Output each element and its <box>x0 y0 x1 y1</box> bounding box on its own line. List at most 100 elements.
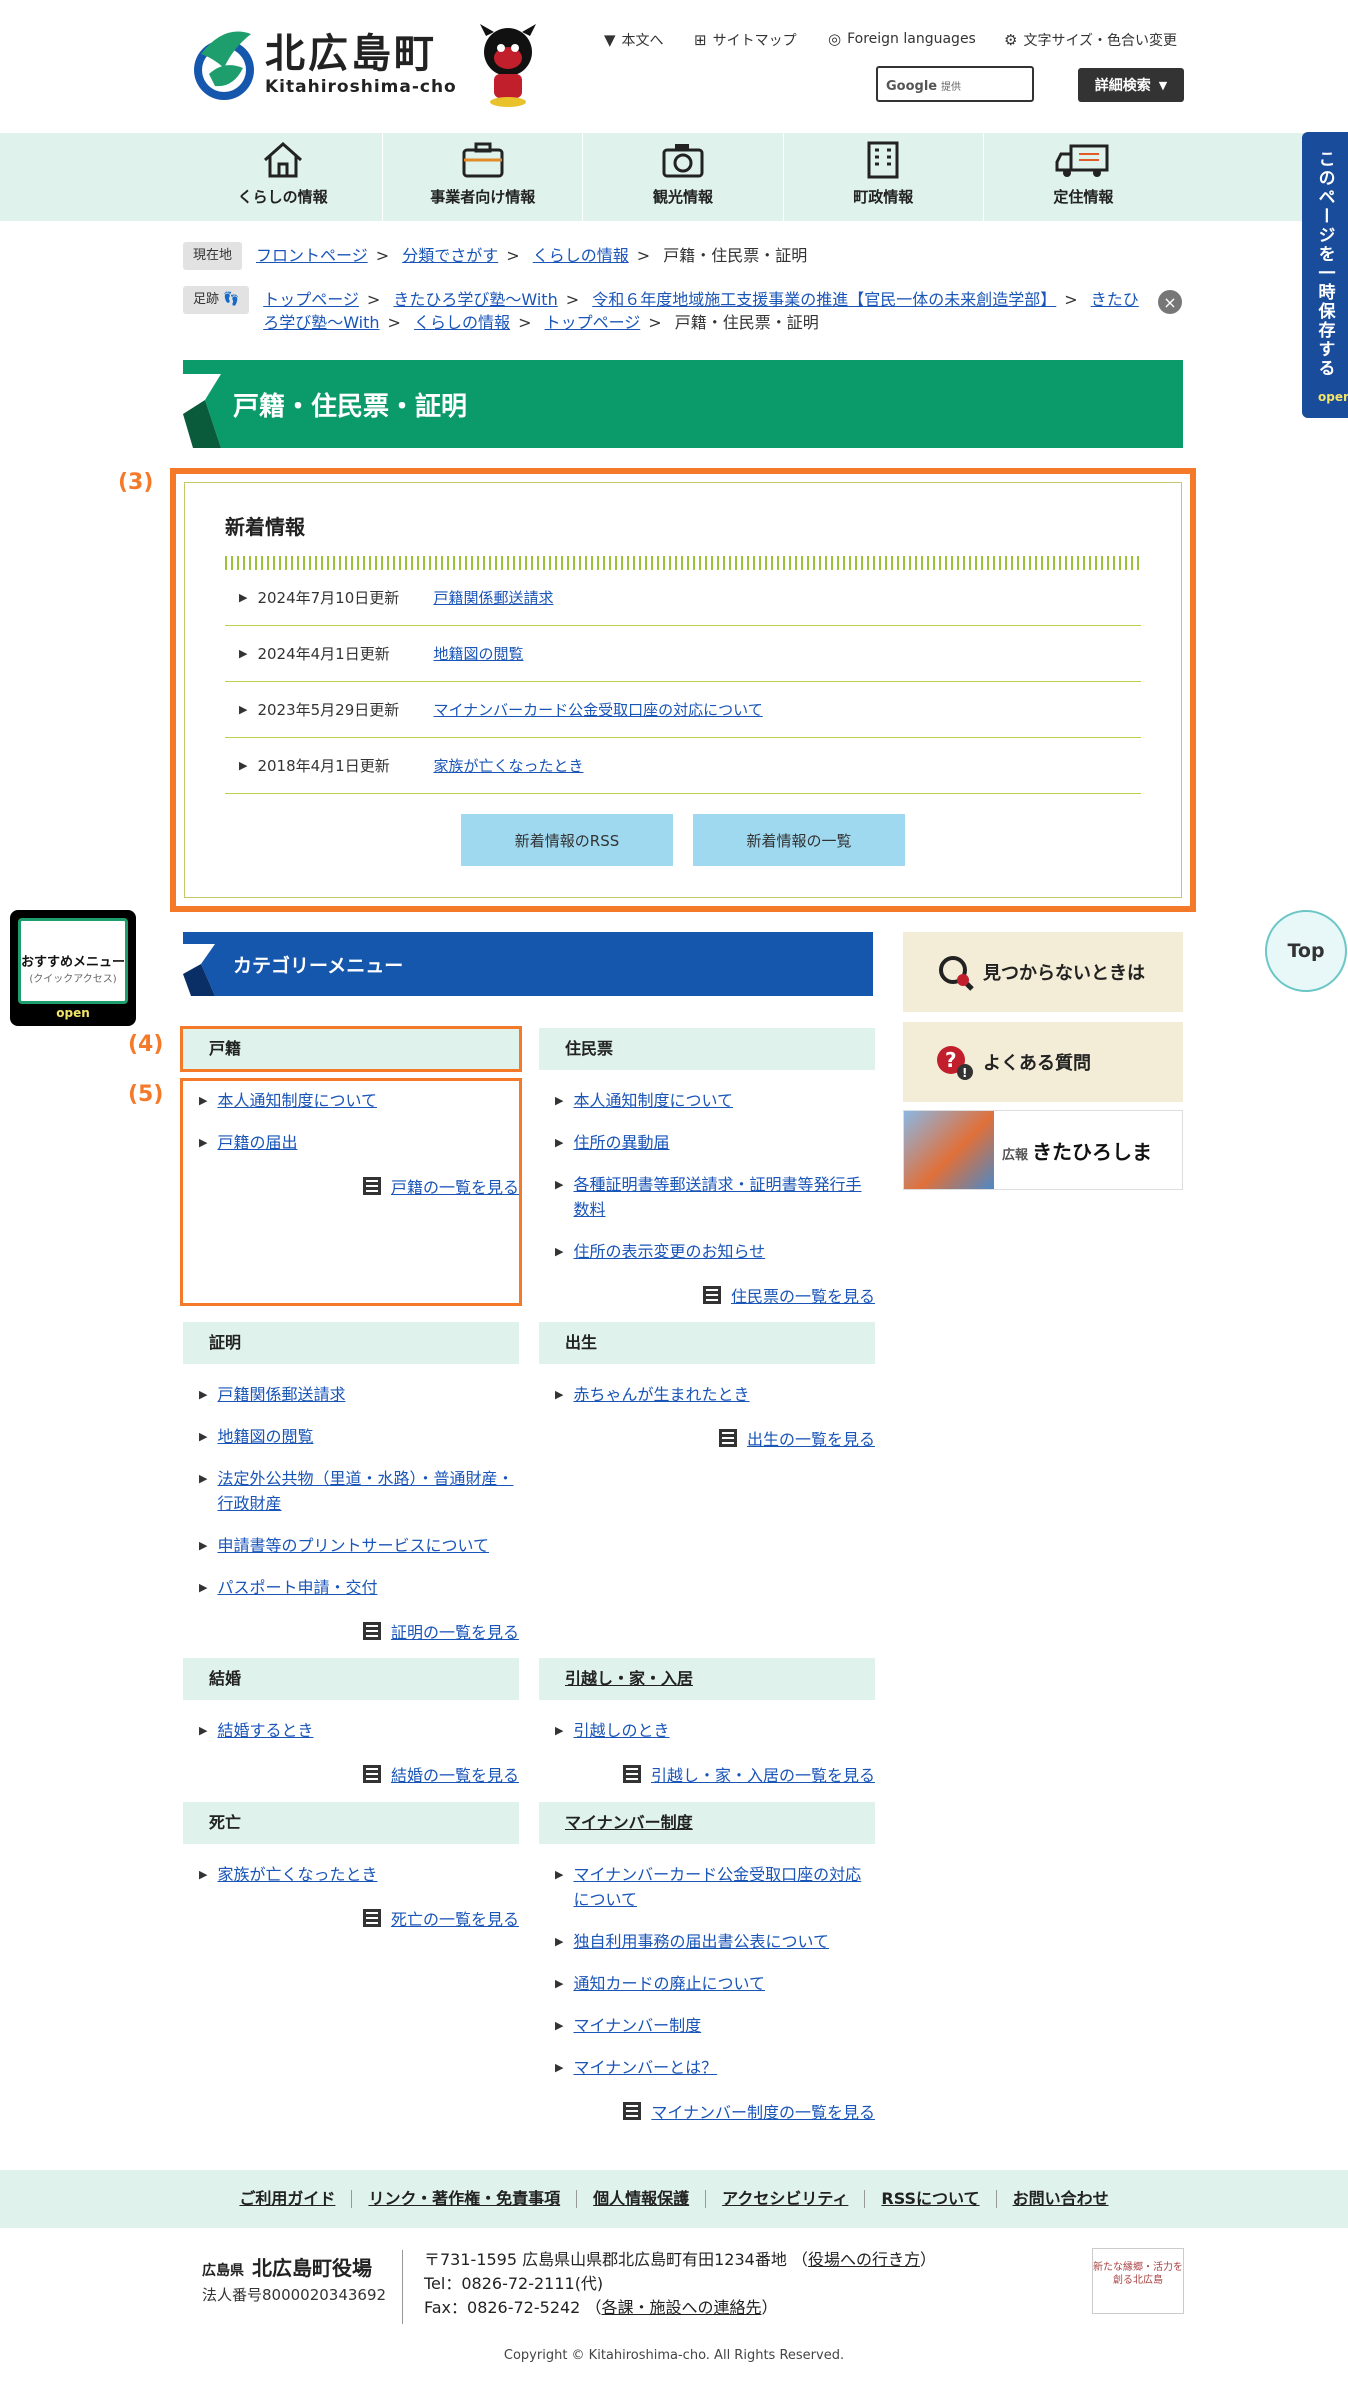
highlight-box-4 <box>180 1026 522 1072</box>
footprint-link[interactable]: トップページ <box>263 290 359 309</box>
footprint-link[interactable]: トップページ <box>545 313 641 332</box>
save-page-tab[interactable]: このページを一時保存する open <box>1302 132 1348 418</box>
footer-tel: Tel：0826-72-2111(代) <box>424 2274 604 2293</box>
gnav-town-admin-info[interactable]: 町政情報 <box>784 133 984 221</box>
category-more-label: 住民票の一覧を見る <box>730 1287 875 1306</box>
footer-link-copyright[interactable]: リンク・著作権・免責事項 <box>352 2190 578 2208</box>
caret-down-icon: ▼ <box>1158 78 1168 92</box>
footer-access-link[interactable]: 役場への行き方 <box>808 2250 920 2269</box>
category-title[interactable]: 引越し・家・入居 <box>539 1658 875 1700</box>
search-provided-label: 提供 <box>940 82 961 93</box>
footprint-link[interactable]: くらしの情報 <box>414 313 510 332</box>
category-link[interactable]: 地籍図の閲覧 <box>217 1424 313 1449</box>
footer-contact-link[interactable]: 各課・施設への連絡先 <box>601 2298 761 2317</box>
news-link[interactable]: 家族が亡くなったとき <box>433 755 583 776</box>
category-link[interactable]: 法定外公共物（里道・水路）・普通財産・行政財産 <box>217 1466 519 1516</box>
close-icon: × <box>1163 292 1177 312</box>
category-link[interactable]: 引越しのとき <box>573 1718 669 1743</box>
category-link[interactable]: マイナンバー制度 <box>573 2013 701 2038</box>
triangle-right-icon: ▶ <box>555 2019 564 2032</box>
category-link[interactable]: パスポート申請・交付 <box>217 1575 377 1600</box>
category-more-link[interactable]: マイナンバー制度の一覧を見る <box>539 2089 875 2135</box>
site-logo[interactable]: 北広島町 Kitahiroshima-cho <box>193 24 457 104</box>
search-input[interactable]: Google 提供 <box>876 66 1034 102</box>
recommended-menu-tab[interactable]: おすすめメニュー (クイックアクセス) open <box>10 910 136 1026</box>
category-item: ▶ 各種証明書等郵送請求・証明書等発行手数料 <box>539 1164 875 1231</box>
footer-link-contact[interactable]: お問い合わせ <box>997 2190 1125 2208</box>
category-item: ▶ 地籍図の閲覧 <box>183 1416 519 1458</box>
footprint-trail: 足跡 👣 トップページ > きたひろ学び塾～With > 令和６年度地域施工支援事業の… <box>183 286 1153 334</box>
category-link[interactable]: 戸籍関係郵送請求 <box>217 1382 345 1407</box>
footer-link-privacy[interactable]: 個人情報保護 <box>577 2190 707 2208</box>
breadcrumb-link[interactable]: 分類でさがす <box>402 246 498 265</box>
list-icon <box>718 1429 737 1447</box>
not-found-banner[interactable]: 見つからないときは <box>903 932 1183 1012</box>
footer-office-name: 広島県 北広島町役場 <box>202 2252 372 2281</box>
gnav-living-info[interactable]: くらしの情報 <box>183 133 384 221</box>
category-more-link[interactable]: 出生の一覧を見る <box>539 1416 875 1462</box>
category-link[interactable]: 本人通知制度について <box>573 1088 733 1113</box>
category-link[interactable]: マイナンバーカード公金受取口座の対応について <box>573 1862 875 1912</box>
title-flag-icon <box>183 374 221 448</box>
list-icon <box>623 2102 642 2120</box>
faq-banner[interactable]: ?! よくある質問 <box>903 1022 1183 1102</box>
category-link[interactable]: 通知カードの廃止について <box>573 1971 765 1996</box>
kouhou-kitahiroshima-banner[interactable]: 広報 きたひろしま <box>903 1110 1183 1190</box>
category-link[interactable]: 各種証明書等郵送請求・証明書等発行手数料 <box>573 1172 875 1222</box>
category-item: ▶ 本人通知制度について <box>539 1080 875 1122</box>
footer-link-guide[interactable]: ご利用ガイド <box>223 2190 353 2208</box>
category-item: ▶ 住所の異動届 <box>539 1122 875 1164</box>
breadcrumb-link[interactable]: くらしの情報 <box>533 246 629 265</box>
category-menu-header: カテゴリーメニュー <box>183 932 873 996</box>
category-item: ▶ 家族が亡くなったとき <box>183 1854 519 1896</box>
foreign-languages-link[interactable]: ◎ Foreign languages <box>828 30 976 48</box>
site-footer: 広島県 北広島町役場 法人番号8000020343692 〒731-1595 広島… <box>0 2228 1348 2392</box>
category-link[interactable]: マイナンバーとは？ <box>573 2055 717 2080</box>
news-rss-button[interactable]: 新着情報のRSS <box>461 814 673 866</box>
advanced-search-label: 詳細検索 <box>1094 78 1151 94</box>
category-link[interactable]: 独自利用事務の届出書公表について <box>573 1929 829 1954</box>
footer-copyright: Copyright © Kitahiroshima-cho. All Right… <box>503 2348 845 2363</box>
util-link-label: 文字サイズ・色合い変更 <box>1023 33 1178 49</box>
footer-link-rss[interactable]: RSSについて <box>865 2190 997 2208</box>
category-more-link[interactable]: 住民票の一覧を見る <box>539 1273 875 1319</box>
category-more-link[interactable]: 死亡の一覧を見る <box>183 1896 519 1942</box>
category-more-link[interactable]: 証明の一覧を見る <box>183 1609 519 1655</box>
footer-link-accessibility[interactable]: アクセシビリティ <box>706 2190 866 2208</box>
font-size-color-link[interactable]: ⚙ 文字サイズ・色合い変更 <box>1004 30 1177 50</box>
breadcrumb-link[interactable]: フロントページ <box>256 246 368 265</box>
category-title[interactable]: マイナンバー制度 <box>539 1802 875 1844</box>
gnav-tourism-info[interactable]: 観光情報 <box>583 133 784 221</box>
gnav-settlement-info[interactable]: 定住情報 <box>984 133 1183 221</box>
category-item: ▶ 住所の表示変更のお知らせ <box>539 1231 875 1273</box>
magnifier-question-icon <box>939 956 974 991</box>
category-more-link[interactable]: 引越し・家・入居の一覧を見る <box>539 1752 875 1798</box>
news-link[interactable]: マイナンバーカード公金受取口座の対応について <box>433 699 762 720</box>
category-more-label: 出生の一覧を見る <box>746 1430 875 1449</box>
news-link[interactable]: 戸籍関係郵送請求 <box>433 587 553 608</box>
gear-icon: ⚙ <box>1004 31 1018 49</box>
category-more-link[interactable]: 結婚の一覧を見る <box>183 1752 519 1798</box>
news-list-button[interactable]: 新着情報の一覧 <box>693 814 905 866</box>
category-link[interactable]: 住所の表示変更のお知らせ <box>573 1239 765 1264</box>
category-link[interactable]: 住所の異動届 <box>573 1130 669 1155</box>
town-emblem-icon <box>194 31 254 100</box>
gnav-label: 観光情報 <box>653 188 714 206</box>
news-link[interactable]: 地籍図の閲覧 <box>433 643 523 664</box>
category-item: ▶ マイナンバーカード公金受取口座の対応について <box>539 1854 875 1921</box>
recommended-menu-sub: (クイックアクセス) <box>29 974 117 985</box>
faq-label: よくある質問 <box>983 1053 1091 1074</box>
back-to-top-button[interactable]: Top <box>1265 910 1347 992</box>
advanced-search-button[interactable]: 詳細検索 ▼ <box>1078 68 1184 102</box>
category-link[interactable]: 結婚するとき <box>217 1718 313 1743</box>
skip-to-content-link[interactable]: ▼ 本文へ <box>604 30 664 50</box>
footprint-link[interactable]: きたひろ学び塾～With <box>393 290 557 309</box>
gnav-business-info[interactable]: 事業者向け情報 <box>383 133 584 221</box>
category-link[interactable]: 家族が亡くなったとき <box>217 1862 377 1887</box>
footprint-link[interactable]: 令和６年度地域施工支援事業の推進【官民一体の未来創造学部】 <box>592 290 1056 309</box>
category-link[interactable]: 赤ちゃんが生まれたとき <box>573 1382 749 1407</box>
sitemap-link[interactable]: ⊞ サイトマップ <box>694 30 797 50</box>
category-link[interactable]: 申請書等のプリントサービスについて <box>217 1533 489 1558</box>
clear-footprint-button[interactable]: × <box>1158 290 1182 314</box>
kouhou-cover-image <box>904 1111 994 1189</box>
